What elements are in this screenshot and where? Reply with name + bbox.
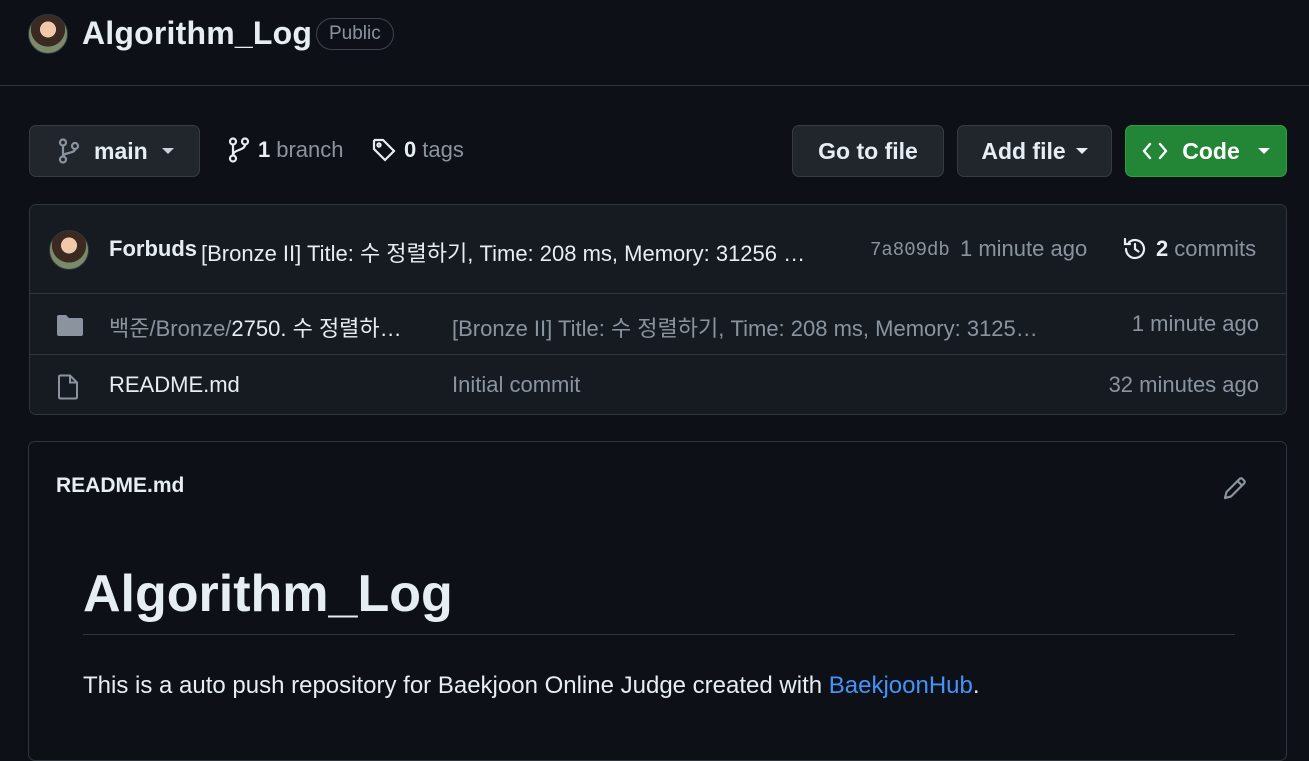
commit-word: commits — [1174, 236, 1257, 261]
owner-avatar[interactable] — [28, 14, 68, 54]
branch-word: branch — [276, 137, 344, 162]
file-icon — [56, 374, 80, 400]
file-row[interactable]: 백준/Bronze/2750. 수 정렬하… [Bronze II] Title… — [30, 294, 1286, 355]
add-file-label: Add file — [981, 137, 1066, 164]
pencil-icon[interactable] — [1222, 475, 1248, 501]
branches-link[interactable]: 1 branch — [228, 137, 344, 163]
file-path-prefix: 백준/Bronze/ — [109, 316, 232, 341]
commits-link[interactable]: 2 commits — [1122, 236, 1256, 262]
baekjoonhub-link[interactable]: BaekjoonHub — [829, 672, 973, 699]
latest-commit-bar: Forbuds [Bronze II] Title: 수 정렬하기, Time:… — [30, 205, 1286, 294]
add-file-button[interactable]: Add file — [957, 125, 1112, 177]
commit-message[interactable]: [Bronze II] Title: 수 정렬하기, Time: 208 ms,… — [201, 236, 826, 268]
file-commit-message[interactable]: [Bronze II] Title: 수 정렬하기, Time: 208 ms,… — [452, 311, 1062, 343]
branch-icon — [58, 138, 80, 164]
commit-count: 2 — [1156, 236, 1169, 261]
file-browser: Forbuds [Bronze II] Title: 수 정렬하기, Time:… — [29, 204, 1287, 415]
chevron-down-icon — [1257, 148, 1270, 154]
readme-heading: Algorithm_Log — [83, 564, 1235, 635]
readme-panel: README.md Algorithm_Log This is a auto p… — [28, 441, 1287, 761]
code-label: Code — [1182, 137, 1240, 164]
branch-count: 1 — [258, 137, 271, 162]
readme-header-title[interactable]: README.md — [56, 474, 184, 498]
code-icon — [1142, 141, 1168, 161]
readme-paragraph: This is a auto push repository for Baekj… — [83, 672, 980, 700]
tag-count: 0 — [404, 137, 417, 162]
branch-icon — [228, 137, 250, 163]
branch-name: main — [94, 137, 148, 164]
history-icon — [1122, 236, 1148, 262]
author-avatar[interactable] — [49, 230, 89, 270]
file-name[interactable]: 백준/Bronze/2750. 수 정렬하… — [109, 311, 429, 343]
chevron-down-icon — [161, 148, 174, 154]
tag-word: tags — [422, 137, 464, 162]
file-commit-time: 32 minutes ago — [1108, 372, 1259, 397]
readme-text: This is a auto push repository for Baekj… — [83, 672, 829, 699]
go-to-file-button[interactable]: Go to file — [792, 125, 944, 177]
commit-sha[interactable]: 7a809db — [870, 239, 950, 261]
folder-icon — [56, 313, 84, 337]
file-commit-time: 1 minute ago — [1131, 311, 1259, 336]
readme-header: README.md — [29, 442, 1286, 530]
readme-text-end: . — [972, 672, 980, 699]
file-name[interactable]: README.md — [109, 372, 429, 398]
file-commit-message[interactable]: Initial commit — [452, 372, 1062, 398]
repo-header: Algorithm_Log Public — [0, 0, 1309, 86]
branch-select-button[interactable]: main — [29, 125, 200, 177]
code-button[interactable]: Code — [1125, 125, 1287, 177]
tags-link[interactable]: 0 tags — [372, 137, 464, 163]
commit-time[interactable]: 1 minute ago — [960, 236, 1087, 262]
file-row[interactable]: README.md Initial commit 32 minutes ago — [30, 355, 1286, 414]
tag-icon — [372, 138, 396, 162]
repo-title[interactable]: Algorithm_Log — [82, 15, 312, 52]
visibility-badge: Public — [316, 18, 394, 50]
file-name-text: 2750. 수 정렬하… — [231, 316, 402, 341]
chevron-down-icon — [1075, 148, 1088, 154]
commit-author[interactable]: Forbuds — [109, 236, 197, 262]
